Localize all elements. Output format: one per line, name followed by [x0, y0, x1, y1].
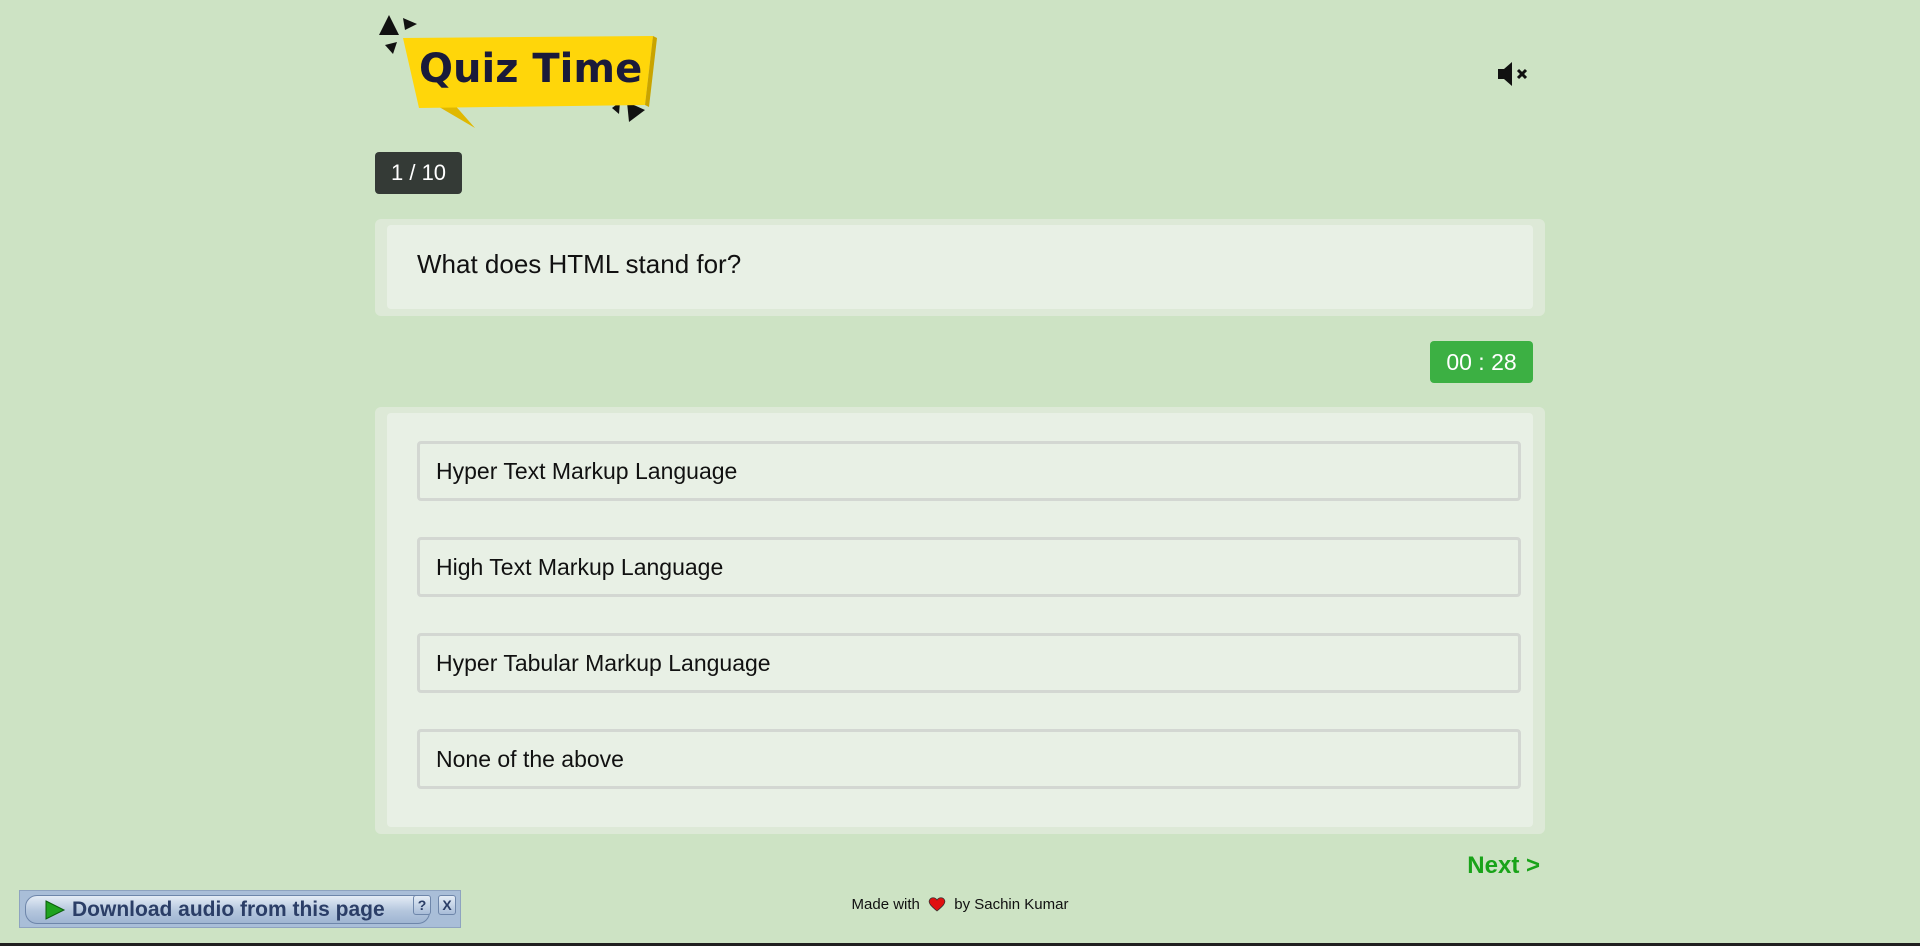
footer-prefix: Made with [851, 896, 920, 913]
download-audio-toolbar: Download audio from this page ? X [19, 890, 461, 928]
speaker-muted-icon [1498, 62, 1528, 86]
options-card: Hyper Text Markup Language High Text Mar… [375, 407, 1545, 834]
question-card-inner: What does HTML stand for? [387, 225, 1533, 309]
quiz-time-logo: Quiz Time [375, 10, 675, 135]
download-audio-label: Download audio from this page [72, 898, 385, 921]
close-button[interactable]: X [438, 895, 456, 915]
question-progress-badge: 1 / 10 [375, 152, 463, 194]
answer-option-3[interactable]: Hyper Tabular Markup Language [417, 633, 1521, 693]
help-button[interactable]: ? [413, 895, 431, 915]
download-audio-button[interactable]: Download audio from this page [25, 895, 430, 924]
countdown-timer: 00 : 28 [1430, 341, 1533, 383]
mute-button[interactable] [1495, 58, 1535, 90]
answer-option-4[interactable]: None of the above [417, 729, 1521, 789]
heart-icon [928, 896, 946, 916]
question-text: What does HTML stand for? [417, 249, 742, 279]
footer: Made with by Sachin Kumar [375, 896, 1545, 916]
question-card: What does HTML stand for? [375, 219, 1545, 316]
play-icon [45, 900, 66, 920]
answer-option-1[interactable]: Hyper Text Markup Language [417, 441, 1521, 501]
logo-text: Quiz Time [419, 46, 642, 92]
footer-suffix: by Sachin Kumar [954, 896, 1069, 913]
next-button[interactable]: Next > [1430, 852, 1540, 880]
quiz-page: Quiz Time 1 / 10 What does HTML stand fo… [0, 0, 1920, 946]
options-list: Hyper Text Markup Language High Text Mar… [387, 413, 1533, 827]
answer-option-2[interactable]: High Text Markup Language [417, 537, 1521, 597]
